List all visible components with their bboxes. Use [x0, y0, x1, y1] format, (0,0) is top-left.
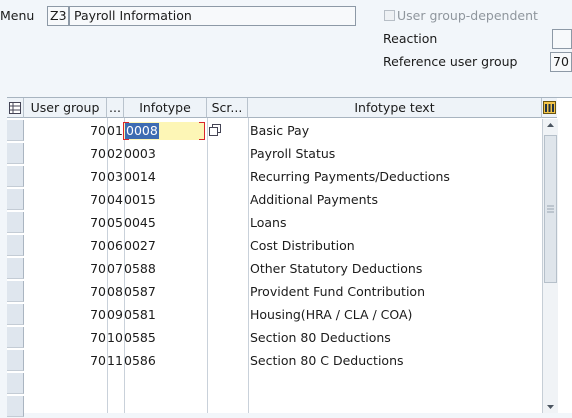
col-number[interactable]: ...	[107, 98, 124, 118]
cell-user-group[interactable]: 70	[24, 280, 106, 303]
user-group-dependent-label: User group-dependent	[397, 8, 538, 23]
col-user-group[interactable]: User group	[24, 98, 107, 118]
row-selector[interactable]	[7, 373, 24, 394]
row-selector[interactable]	[7, 350, 24, 371]
column-config-button[interactable]	[542, 98, 557, 118]
scroll-up-icon[interactable]	[543, 119, 558, 131]
cell-number[interactable]: 08	[107, 280, 124, 303]
cell-number[interactable]: 06	[107, 234, 124, 257]
infotype-table: User group ... Infotype Scr... Infotype …	[7, 97, 572, 417]
cell-number[interactable]: 05	[107, 211, 124, 234]
cell-number[interactable]: 03	[107, 165, 124, 188]
grip-icon	[547, 205, 554, 213]
table-row[interactable]: 70 11 0586 Section 80 C Deductions	[7, 349, 542, 372]
cell-infotype-text[interactable]: Section 80 C Deductions	[250, 349, 540, 372]
cell-number[interactable]: 01	[107, 119, 124, 142]
user-group-dependent-checkbox[interactable]	[384, 10, 395, 21]
table-row[interactable]: 70 04 0015 Additional Payments	[7, 188, 542, 211]
row-selector[interactable]	[7, 327, 24, 348]
cell-number[interactable]: 10	[107, 326, 124, 349]
cell-user-group[interactable]: 70	[24, 142, 106, 165]
cell-infotype[interactable]: 0586	[124, 349, 206, 372]
cell-infotype-text[interactable]: Payroll Status	[250, 142, 540, 165]
table-row[interactable]: 70 10 0585 Section 80 Deductions	[7, 326, 542, 349]
reaction-label: Reaction	[383, 31, 438, 46]
scroll-down-icon[interactable]	[543, 401, 558, 413]
cell-infotype-text[interactable]: Section 80 Deductions	[250, 326, 540, 349]
menu-text-field[interactable]: Payroll Information	[69, 6, 356, 26]
cell-infotype-text[interactable]: Cost Distribution	[250, 234, 540, 257]
vertical-scrollbar[interactable]	[542, 119, 558, 413]
cell-infotype[interactable]: 0027	[124, 234, 206, 257]
row-selector[interactable]	[7, 281, 24, 302]
table-row[interactable]: 70 05 0045 Loans	[7, 211, 542, 234]
cell-infotype[interactable]: 0045	[124, 211, 206, 234]
cell-infotype[interactable]: 0587	[124, 280, 206, 303]
row-selector[interactable]	[7, 143, 24, 164]
table-row[interactable]: 70 06 0027 Cost Distribution	[7, 234, 542, 257]
table-row[interactable]: 70 02 0003 Payroll Status	[7, 142, 542, 165]
cell-number[interactable]: 02	[107, 142, 124, 165]
row-selector[interactable]	[7, 258, 24, 279]
value-help-icon[interactable]	[209, 124, 221, 136]
table-row[interactable]	[7, 395, 542, 418]
row-selector[interactable]	[7, 212, 24, 233]
cell-user-group[interactable]: 70	[24, 211, 106, 234]
cell-infotype[interactable]: 0003	[124, 142, 206, 165]
row-selector[interactable]	[7, 189, 24, 210]
table-row[interactable]	[7, 372, 542, 395]
cell-user-group[interactable]: 70	[24, 188, 106, 211]
cell-user-group[interactable]: 70	[24, 257, 106, 280]
cell-infotype[interactable]: 0588	[124, 257, 206, 280]
table-row[interactable]: 70 07 0588 Other Statutory Deductions	[7, 257, 542, 280]
cell-infotype-text[interactable]: Other Statutory Deductions	[250, 257, 540, 280]
reference-user-group-field[interactable]: 70	[550, 52, 572, 72]
row-selector[interactable]	[7, 235, 24, 256]
scroll-thumb[interactable]	[544, 135, 557, 283]
menu-label: Menu	[0, 8, 35, 23]
cell-user-group[interactable]: 70	[24, 303, 106, 326]
reference-user-group-label: Reference user group	[383, 54, 518, 69]
cell-number[interactable]: 11	[107, 349, 124, 372]
cell-user-group[interactable]: 70	[24, 234, 106, 257]
table-row[interactable]: 70 08 0587 Provident Fund Contribution	[7, 280, 542, 303]
cell-user-group[interactable]: 70	[24, 119, 106, 142]
row-selector[interactable]	[7, 166, 24, 187]
infotype-value: 0008	[125, 123, 159, 139]
infotype-input-focused[interactable]: 0008	[123, 122, 205, 140]
table-row[interactable]: 70 03 0014 Recurring Payments/Deductions	[7, 165, 542, 188]
cell-infotype-text[interactable]: Additional Payments	[250, 188, 540, 211]
menu-code-field[interactable]: Z3	[47, 6, 69, 26]
cell-infotype[interactable]: 0015	[124, 188, 206, 211]
row-selector[interactable]	[7, 120, 24, 141]
row-selector[interactable]	[7, 396, 24, 417]
cell-infotype[interactable]: 0585	[124, 326, 206, 349]
table-row[interactable]: 70 01 0008 Basic Pay	[7, 119, 542, 142]
table-settings-icon	[9, 102, 21, 114]
cell-infotype-text[interactable]: Housing(HRA / CLA / COA)	[250, 303, 540, 326]
reaction-field[interactable]	[552, 29, 572, 49]
cell-infotype[interactable]: 0581	[124, 303, 206, 326]
table-settings-button[interactable]	[7, 98, 24, 118]
cell-number[interactable]: 04	[107, 188, 124, 211]
row-selector[interactable]	[7, 304, 24, 325]
col-infotype[interactable]: Infotype	[124, 98, 207, 118]
cell-user-group[interactable]: 70	[24, 326, 106, 349]
cell-infotype-text[interactable]: Recurring Payments/Deductions	[250, 165, 540, 188]
table-row[interactable]: 70 09 0581 Housing(HRA / CLA / COA)	[7, 303, 542, 326]
col-infotype-text[interactable]: Infotype text	[248, 98, 542, 118]
cell-infotype[interactable]: 0014	[124, 165, 206, 188]
column-config-icon	[543, 101, 556, 114]
col-screen[interactable]: Scr...	[207, 98, 248, 118]
cell-number[interactable]: 09	[107, 303, 124, 326]
cell-infotype-text[interactable]: Provident Fund Contribution	[250, 280, 540, 303]
cell-user-group[interactable]: 70	[24, 349, 106, 372]
cell-infotype-text[interactable]: Basic Pay	[250, 119, 540, 142]
cell-number[interactable]: 07	[107, 257, 124, 280]
cell-infotype-text[interactable]: Loans	[250, 211, 540, 234]
cell-user-group[interactable]: 70	[24, 165, 106, 188]
